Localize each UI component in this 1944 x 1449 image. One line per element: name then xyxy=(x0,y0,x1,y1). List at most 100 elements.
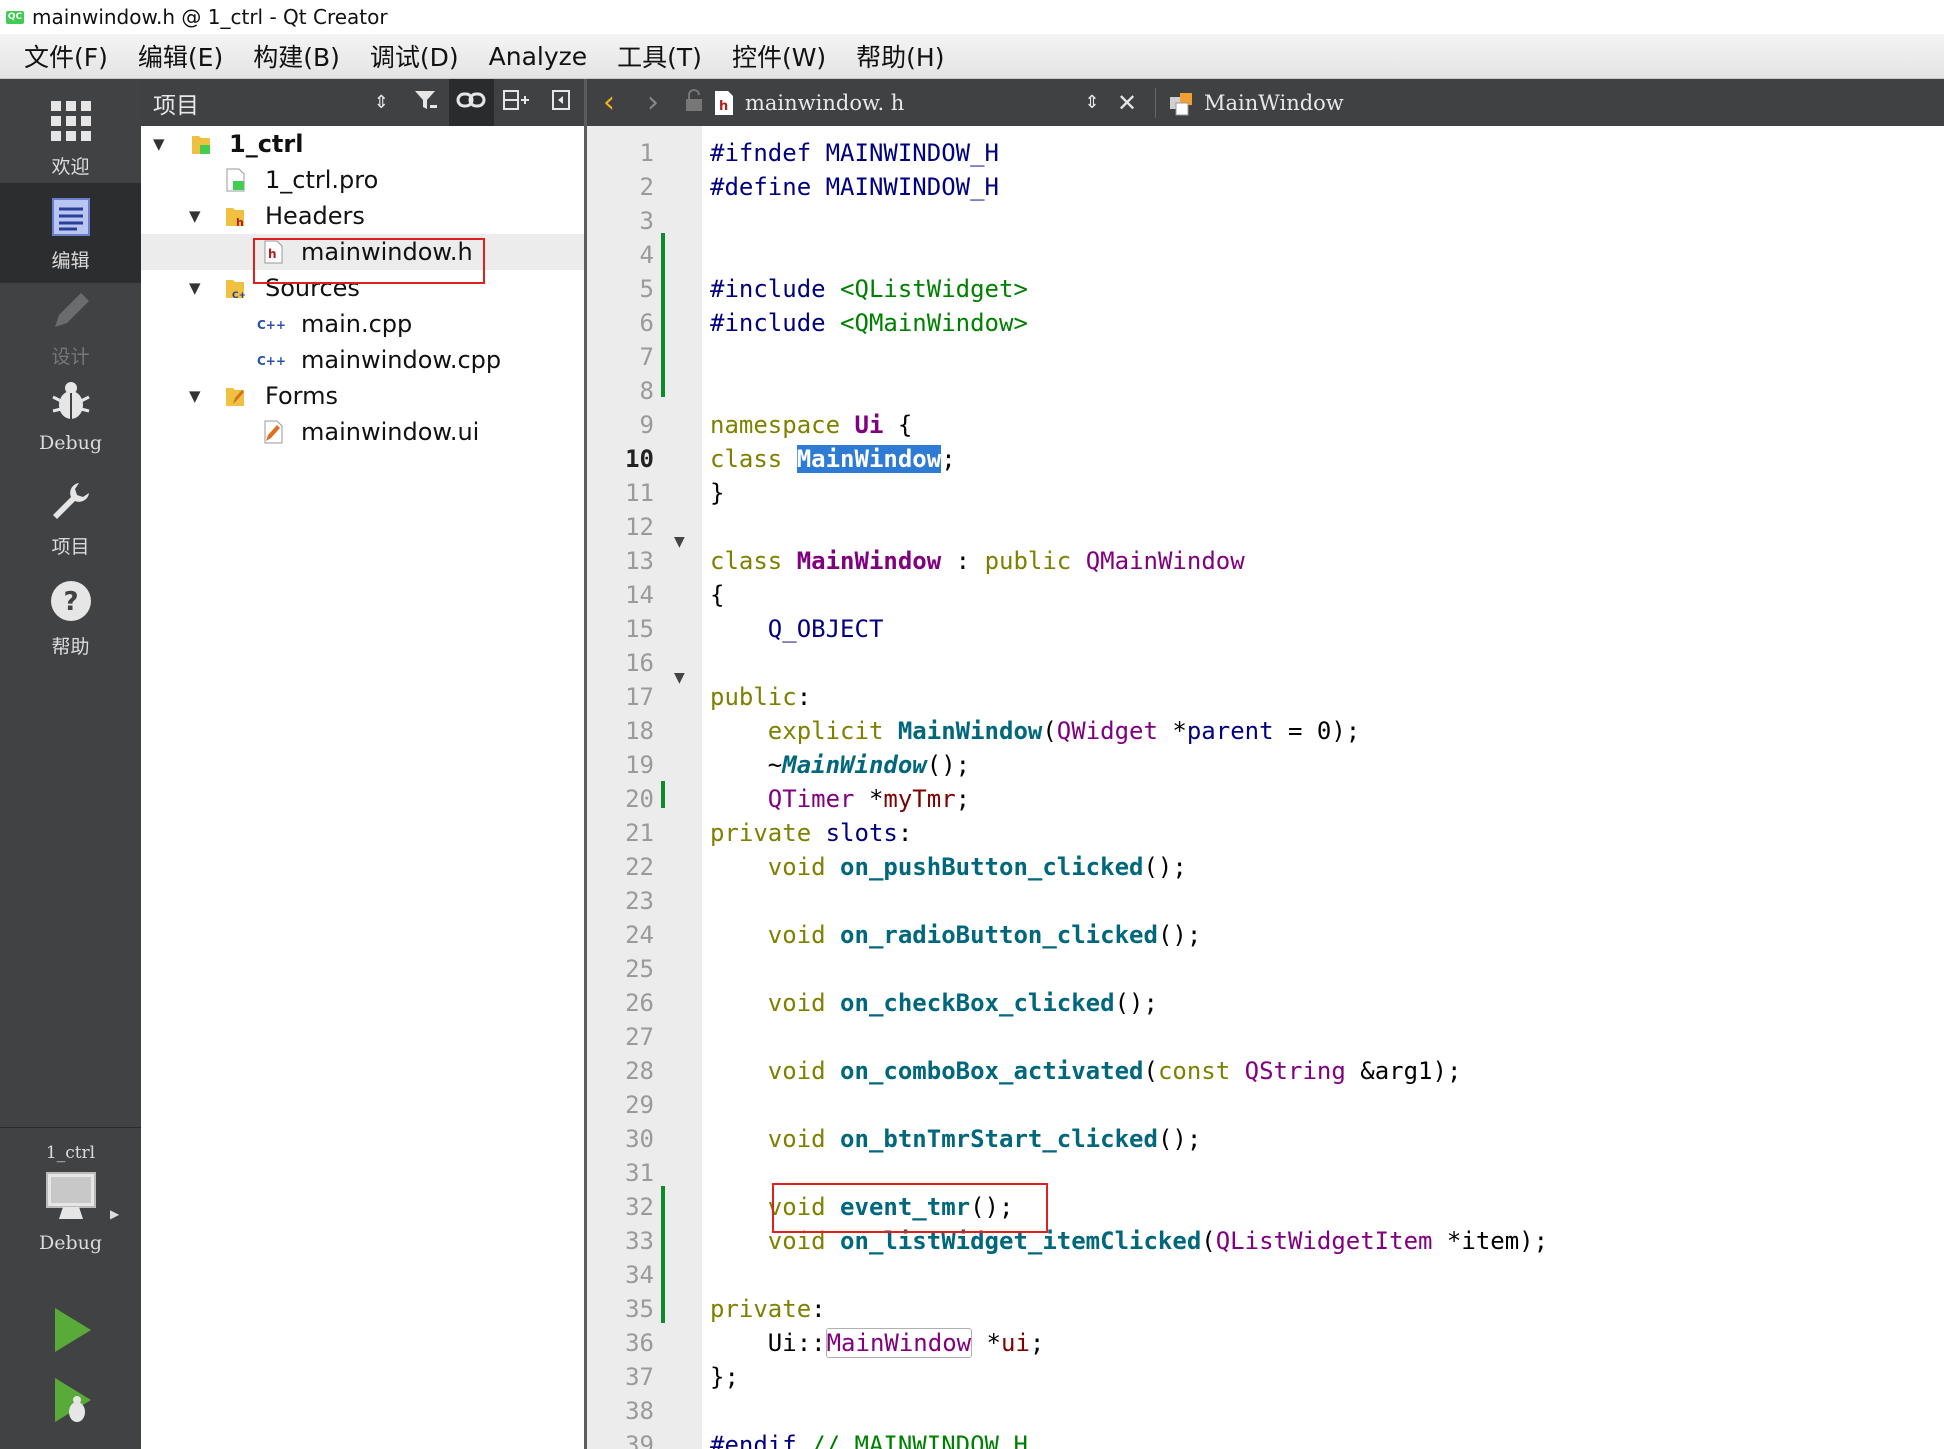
line-number: 21 xyxy=(625,819,654,847)
current-file-selector[interactable]: mainwindow. h xyxy=(745,91,1075,115)
code-line-current: class MainWindow; xyxy=(710,445,956,473)
menu-tools[interactable]: 工具(T) xyxy=(617,38,702,74)
updown-arrows-icon[interactable]: ⇕ xyxy=(359,92,404,113)
mode-help-label: 帮助 xyxy=(51,636,90,658)
mode-selector: 欢迎 编辑 设计 Debug 项目 ? 帮助 1_ctrl ▶ Debug xyxy=(0,79,141,1449)
line-number: 24 xyxy=(625,921,654,949)
line-number: 38 xyxy=(625,1397,654,1425)
line-number: 4 xyxy=(639,241,654,269)
class-symbol-icon xyxy=(1170,92,1192,115)
line-number: 12 xyxy=(625,513,654,541)
filter-icon[interactable] xyxy=(404,88,449,118)
kit-selector[interactable]: 1_ctrl ▶ Debug xyxy=(0,1139,141,1299)
code-line: { xyxy=(710,581,725,609)
line-number: 6 xyxy=(639,309,654,337)
updown-arrows-icon[interactable]: ⇕ xyxy=(1075,92,1109,113)
mode-help[interactable]: ? 帮助 xyxy=(0,579,141,669)
back-arrow-icon[interactable]: ‹ xyxy=(587,85,631,120)
project-tree: ▼ 1_ctrl 1_ctrl.pro ▼ h Headers h mainwi… xyxy=(141,126,584,1449)
code-line: void on_radioButton_clicked(); xyxy=(710,921,1202,949)
mode-edit-label: 编辑 xyxy=(51,250,90,272)
mode-projects-label: 项目 xyxy=(51,536,90,558)
selected-identifier: MainWindow xyxy=(796,445,942,473)
pencil-icon xyxy=(54,293,89,327)
chain-link-icon xyxy=(456,92,486,108)
tree-item-main-cpp[interactable]: C++ main.cpp xyxy=(141,306,584,342)
tree-item-label: 1_ctrl xyxy=(229,130,304,158)
project-pane-toolbar: 项目 ⇕ xyxy=(141,79,584,126)
project-view-selector[interactable]: 项目 xyxy=(153,86,359,120)
expand-arrow-icon[interactable]: ▼ xyxy=(189,279,201,297)
monitor-icon xyxy=(45,1172,96,1219)
close-sidebar-icon[interactable] xyxy=(539,88,584,118)
line-number: 28 xyxy=(625,1057,654,1085)
kit-build-config: Debug xyxy=(38,1232,103,1254)
menu-debug[interactable]: 调试(D) xyxy=(370,38,459,74)
symbol-selector[interactable]: MainWindow xyxy=(1204,91,1344,115)
mode-design[interactable]: 设计 xyxy=(0,289,141,379)
mode-projects[interactable]: 项目 xyxy=(0,479,141,569)
menu-analyze[interactable]: Analyze xyxy=(489,42,588,71)
code-line: explicit MainWindow(QWidget *parent = 0)… xyxy=(710,717,1361,745)
mode-edit[interactable]: 编辑 xyxy=(0,183,141,283)
mode-debug[interactable]: Debug xyxy=(0,379,141,469)
split-view-icon xyxy=(503,89,530,110)
svg-text:?: ? xyxy=(63,587,78,617)
close-document-icon[interactable]: ✕ xyxy=(1109,89,1145,117)
tree-item-mainwindow-cpp[interactable]: C++ mainwindow.cpp xyxy=(141,342,584,378)
kit-expand-arrow-icon[interactable]: ▶ xyxy=(110,1207,119,1221)
tree-item-label: mainwindow.cpp xyxy=(301,346,502,374)
qt-creator-logo-icon: QC xyxy=(6,10,24,24)
menu-build[interactable]: 构建(B) xyxy=(253,38,340,74)
line-number: 29 xyxy=(625,1091,654,1119)
expand-arrow-icon[interactable]: ▼ xyxy=(189,207,201,225)
code-line: namespace Ui { xyxy=(710,411,913,439)
fold-arrow-icon[interactable]: ▼ xyxy=(674,534,685,550)
line-number: 17 xyxy=(625,683,654,711)
expand-arrow-icon[interactable]: ▼ xyxy=(153,135,165,153)
line-number: 22 xyxy=(625,853,654,881)
menu-file[interactable]: 文件(F) xyxy=(24,38,108,74)
line-number: 25 xyxy=(625,955,654,983)
lock-icon xyxy=(675,88,713,118)
menu-bar: 文件(F) 编辑(E) 构建(B) 调试(D) Analyze 工具(T) 控件… xyxy=(0,34,1944,79)
tree-item-headers[interactable]: ▼ h Headers xyxy=(141,198,584,234)
tree-item-forms[interactable]: ▼ Forms xyxy=(141,378,584,414)
menu-controls[interactable]: 控件(W) xyxy=(732,38,826,74)
fold-arrow-icon[interactable]: ▼ xyxy=(674,670,685,686)
headers-folder-icon: h xyxy=(226,208,244,228)
qt-project-icon xyxy=(192,136,210,154)
change-marker xyxy=(661,1186,665,1323)
wrench-icon xyxy=(52,483,89,519)
document-edit-icon xyxy=(51,198,90,236)
code-line: void on_pushButton_clicked(); xyxy=(710,853,1187,881)
funnel-icon xyxy=(415,90,438,109)
annotation-highlight-box xyxy=(253,238,485,284)
code-line: #ifndef MAINWINDOW_H xyxy=(710,139,999,167)
menu-help[interactable]: 帮助(H) xyxy=(856,38,944,74)
expand-arrow-icon[interactable]: ▼ xyxy=(189,387,201,405)
window-title: mainwindow.h @ 1_ctrl - Qt Creator xyxy=(32,5,388,29)
code-editor[interactable]: #ifndef MAINWINDOW_H #define MAINWINDOW_… xyxy=(702,126,1944,1449)
forward-arrow-icon[interactable]: › xyxy=(631,85,675,120)
code-line: private: xyxy=(710,1295,826,1323)
tree-item-pro-file[interactable]: 1_ctrl.pro xyxy=(141,162,584,198)
tree-item-project[interactable]: ▼ 1_ctrl xyxy=(141,126,584,162)
line-number: 10 xyxy=(625,445,654,473)
mode-welcome-label: 欢迎 xyxy=(51,156,90,178)
title-bar: QC mainwindow.h @ 1_ctrl - Qt Creator xyxy=(0,0,1944,34)
change-marker xyxy=(661,781,665,808)
line-number: 20 xyxy=(625,785,654,813)
run-button[interactable] xyxy=(0,1304,141,1384)
line-number: 13 xyxy=(625,547,654,575)
tree-item-mainwindow-ui[interactable]: mainwindow.ui xyxy=(141,414,584,450)
split-add-icon[interactable] xyxy=(494,88,539,118)
code-line: #define MAINWINDOW_H xyxy=(710,173,999,201)
tree-item-label: Forms xyxy=(265,382,338,410)
tree-item-label: mainwindow.ui xyxy=(301,418,480,446)
qt-pro-file-icon xyxy=(226,168,245,192)
link-icon[interactable] xyxy=(448,79,494,126)
menu-edit[interactable]: 编辑(E) xyxy=(138,38,223,74)
debug-run-button[interactable] xyxy=(0,1374,141,1449)
line-number: 5 xyxy=(639,275,654,303)
